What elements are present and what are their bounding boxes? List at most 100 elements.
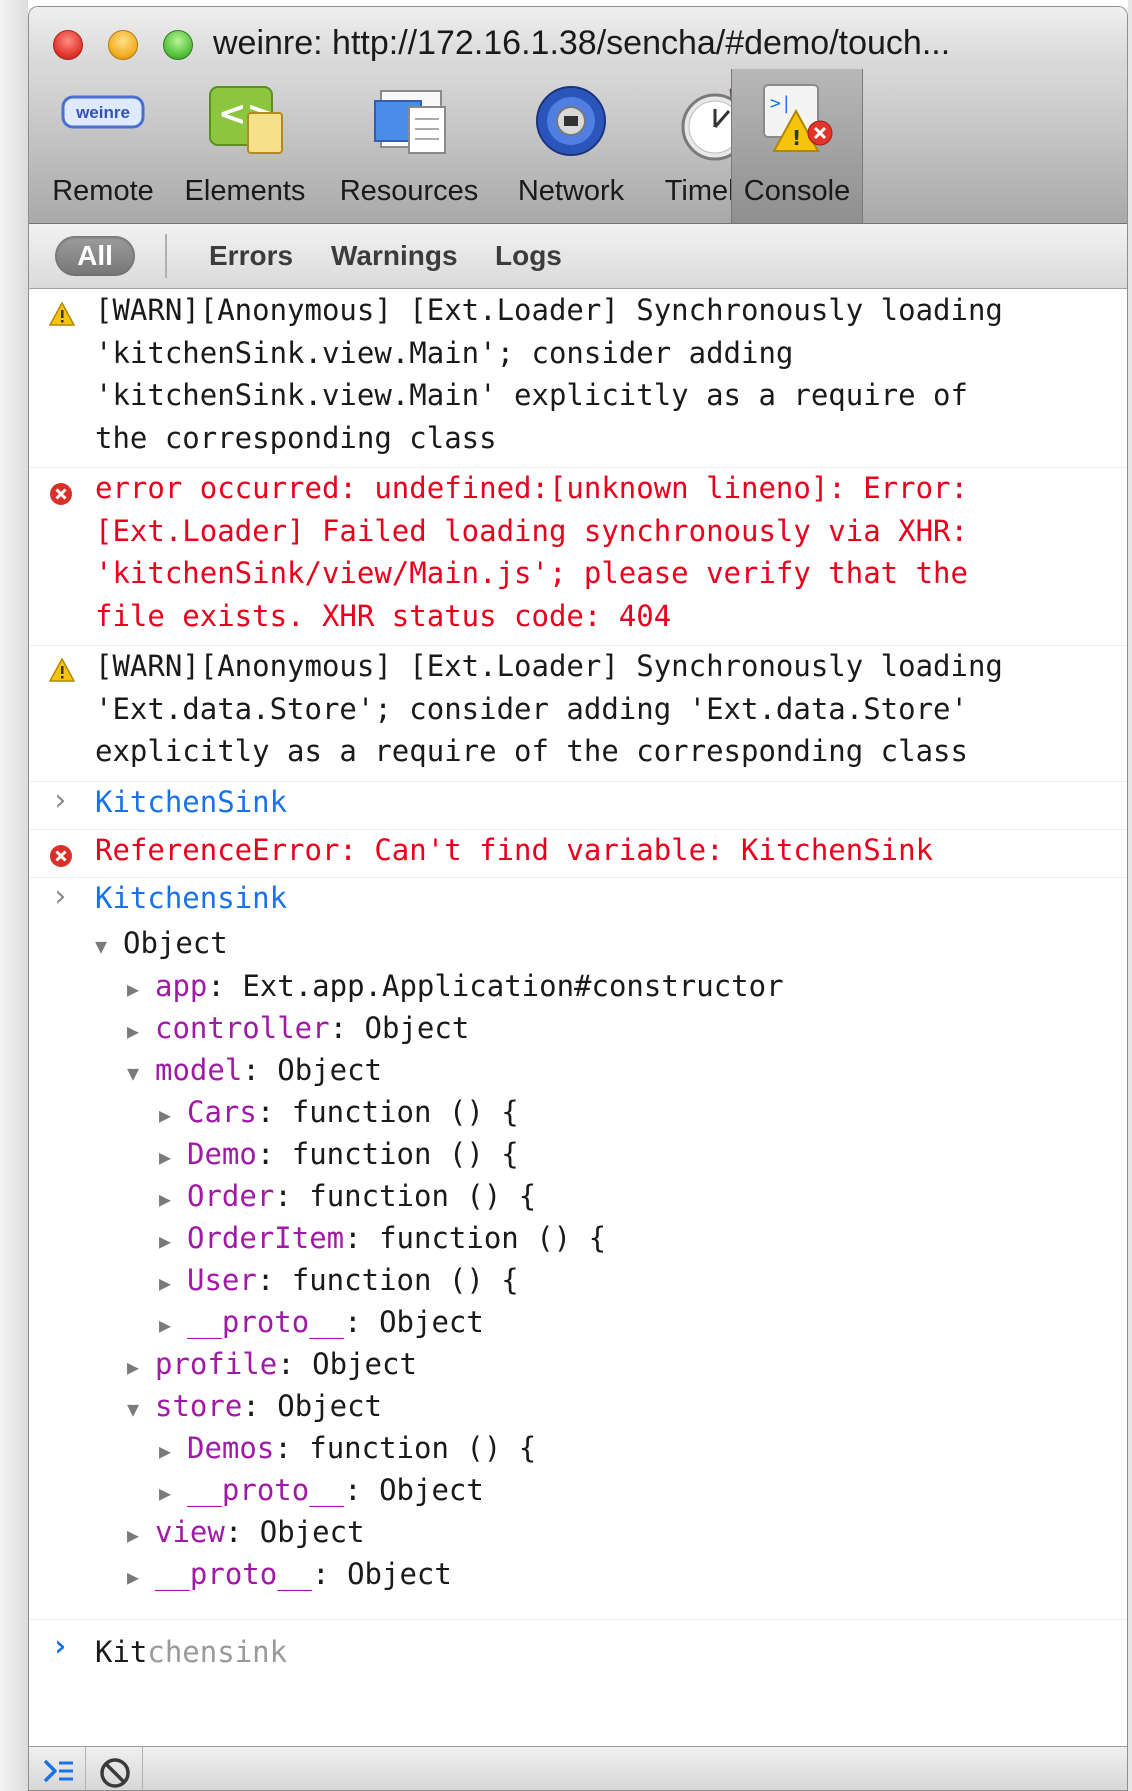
weinre-window: weinre: http://172.16.1.38/sencha/#demo/… — [28, 6, 1128, 1791]
tab-network-label: Network — [517, 175, 625, 207]
error-icon — [49, 479, 73, 513]
tab-network[interactable]: Network — [503, 69, 639, 223]
tree-key: controller — [155, 1011, 330, 1045]
tree-node[interactable]: ▶ Order: function () { — [159, 1175, 536, 1220]
chevron-right-icon: › — [51, 879, 70, 914]
filter-warnings-button[interactable]: Warnings — [331, 236, 458, 276]
tree-node[interactable]: ▶ controller: Object — [127, 1007, 469, 1052]
tree-key: app — [155, 969, 208, 1003]
tab-resources-label: Resources — [339, 175, 479, 207]
tab-console[interactable]: >| ! Console — [731, 69, 863, 223]
tree-node[interactable]: ▶ Cars: function () { — [159, 1091, 519, 1136]
tree-key: Cars — [187, 1095, 257, 1129]
tree-node[interactable]: ▶ Demo: function () { — [159, 1133, 519, 1178]
console-prompt[interactable]: › Kitchensink — [29, 1623, 1127, 1681]
elements-icon: <> — [204, 81, 286, 164]
console-message-error: error occurred: undefined:[unknown linen… — [29, 467, 1127, 646]
console-input-text: KitchenSink — [95, 785, 288, 819]
filter-divider — [165, 234, 167, 278]
console-message-warning: [WARN][Anonymous] [Ext.Loader] Synchrono… — [29, 289, 1127, 468]
tree-node-root[interactable]: ▼ Object — [95, 922, 228, 967]
tree-key: __proto__ — [155, 1557, 313, 1591]
tree-value: Object — [312, 1347, 417, 1381]
disclosure-collapsed-icon: ▶ — [159, 1187, 172, 1211]
tree-key: __proto__ — [187, 1473, 345, 1507]
tab-remote[interactable]: weinre Remote — [43, 69, 163, 223]
tree-value: function () { — [309, 1179, 537, 1213]
svg-text:>|: >| — [770, 93, 792, 114]
tree-key: __proto__ — [187, 1305, 345, 1339]
tree-node[interactable]: ▶ profile: Object — [127, 1343, 417, 1388]
chevron-right-icon: › — [51, 783, 70, 818]
error-icon — [49, 841, 73, 875]
filter-logs-button[interactable]: Logs — [495, 236, 562, 276]
disclosure-collapsed-icon: ▶ — [159, 1271, 172, 1295]
disclosure-collapsed-icon: ▶ — [127, 1019, 140, 1043]
tab-resources[interactable]: Resources — [327, 69, 491, 223]
prompt-chevron-icon: › — [51, 1629, 70, 1664]
disclosure-collapsed-icon: ▶ — [127, 1355, 140, 1379]
tree-node[interactable]: ▼ model: Object — [127, 1049, 382, 1094]
tree-node[interactable]: ▼ store: Object — [127, 1385, 382, 1430]
tree-value: Object — [259, 1515, 365, 1549]
filter-all-button[interactable]: All — [55, 236, 135, 276]
tree-value: function () { — [291, 1095, 519, 1129]
console-message-warning: [WARN][Anonymous] [Ext.Loader] Synchrono… — [29, 645, 1127, 782]
show-console-button[interactable] — [29, 1747, 86, 1790]
filter-errors-button[interactable]: Errors — [209, 236, 293, 276]
tree-key: OrderItem — [187, 1221, 345, 1255]
disclosure-expanded-icon: ▼ — [95, 934, 108, 958]
console-message-text: error occurred: undefined:[unknown linen… — [95, 471, 968, 633]
tree-value: Object — [277, 1053, 382, 1087]
typed-text: Kit — [95, 1635, 148, 1669]
disclosure-expanded-icon: ▼ — [127, 1061, 140, 1085]
right-background — [1128, 0, 1132, 1791]
console-filter-bar: All Errors Warnings Logs — [29, 224, 1127, 289]
tree-node[interactable]: ▶ __proto__: Object — [159, 1469, 484, 1514]
tree-node[interactable]: ▶ app: Ext.app.Application#constructor — [127, 965, 784, 1010]
disclosure-collapsed-icon: ▶ — [159, 1145, 172, 1169]
tree-key: Order — [187, 1179, 275, 1213]
console-message-text: [WARN][Anonymous] [Ext.Loader] Synchrono… — [95, 649, 1003, 768]
tab-elements-label: Elements — [184, 175, 306, 207]
tab-elements[interactable]: <> Elements — [175, 69, 315, 223]
close-window-button[interactable] — [53, 30, 83, 60]
window-title: weinre: http://172.16.1.38/sencha/#demo/… — [213, 24, 951, 62]
console-icon: >| ! — [760, 81, 834, 160]
tree-key: view — [155, 1515, 225, 1549]
minimize-window-button[interactable] — [108, 30, 138, 60]
tree-key: store — [155, 1389, 243, 1423]
tree-node[interactable]: ▶ __proto__: Object — [159, 1301, 484, 1346]
panel-toolbar: weinre Remote <> Elements Resources Netw… — [29, 69, 1127, 224]
tree-value: Object — [277, 1389, 382, 1423]
svg-text:!: ! — [792, 126, 801, 150]
tree-node[interactable]: ▶ __proto__: Object — [127, 1553, 452, 1598]
weinre-badge-text: weinre — [76, 103, 130, 122]
tree-node[interactable]: ▶ OrderItem: function () { — [159, 1217, 606, 1262]
console-output[interactable]: [WARN][Anonymous] [Ext.Loader] Synchrono… — [29, 289, 1127, 1689]
weinre-icon: weinre — [60, 81, 146, 146]
warning-icon — [48, 655, 76, 689]
tree-node[interactable]: ▶ view: Object — [127, 1511, 365, 1556]
disclosure-collapsed-icon: ▶ — [159, 1313, 172, 1337]
tree-key: profile — [155, 1347, 278, 1381]
tab-remote-label: Remote — [52, 175, 154, 207]
tree-value: Object — [379, 1473, 484, 1507]
tree-value: Object — [379, 1305, 484, 1339]
clear-console-button[interactable] — [86, 1747, 143, 1790]
console-input-echo: › Kitchensink ▼ Object ▶ app: Ext.app.Appl… — [29, 877, 1127, 1620]
tree-node[interactable]: ▶ User: function () { — [159, 1259, 519, 1304]
tree-node[interactable]: ▶ Demos: function () { — [159, 1427, 536, 1472]
tree-key: Demos — [187, 1431, 275, 1465]
autocomplete-hint: chensink — [147, 1635, 288, 1669]
tree-value: function () { — [309, 1431, 537, 1465]
console-input-field[interactable]: Kitchensink — [95, 1623, 287, 1681]
disclosure-collapsed-icon: ▶ — [127, 977, 140, 1001]
warning-icon — [48, 299, 76, 333]
disclosure-collapsed-icon: ▶ — [159, 1439, 172, 1463]
tree-value: function () { — [291, 1263, 519, 1297]
disclosure-collapsed-icon: ▶ — [127, 1523, 140, 1547]
tree-value: function () { — [379, 1221, 607, 1255]
zoom-window-button[interactable] — [163, 30, 193, 60]
console-input-echo: › KitchenSink — [29, 781, 1127, 830]
